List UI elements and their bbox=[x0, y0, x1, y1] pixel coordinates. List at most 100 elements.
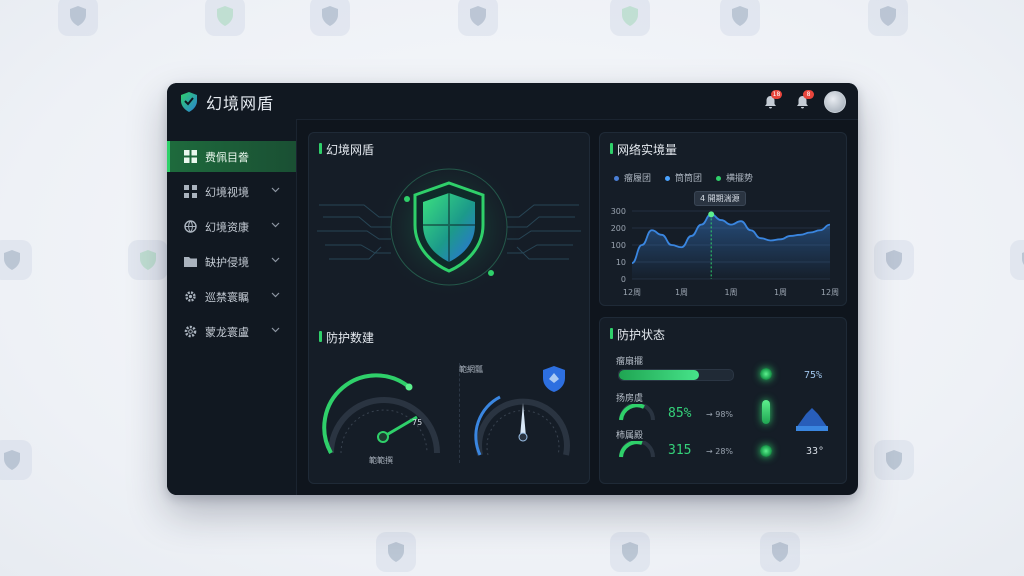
legend-item[interactable]: 筒筒团 bbox=[665, 171, 702, 184]
shield-hero-graphic bbox=[317, 155, 581, 299]
x-tick-label: 12周 bbox=[821, 288, 839, 297]
grid-icon bbox=[184, 150, 197, 163]
legend-item[interactable]: 横擺势 bbox=[716, 171, 753, 184]
alert-button[interactable]: 8 bbox=[792, 90, 814, 112]
gauge-left-tick: 75 bbox=[412, 418, 423, 427]
legend-dot bbox=[665, 176, 671, 181]
shield-bg-icon bbox=[128, 240, 168, 280]
status-led-bar bbox=[762, 400, 770, 424]
status-right3-value: 33° bbox=[806, 446, 825, 457]
protect-data-title: 防护数建 bbox=[319, 329, 374, 346]
sidebar-item-label: 缺护侵境 bbox=[205, 256, 249, 269]
sidebar-item-protection[interactable]: 缺护侵境 bbox=[167, 246, 296, 277]
globe-icon bbox=[184, 220, 197, 233]
status-led bbox=[760, 368, 772, 380]
chevron-down-icon bbox=[271, 222, 280, 228]
legend-dot bbox=[716, 176, 722, 181]
shield-bg-icon bbox=[310, 0, 350, 36]
chart-legend: 瘤履团 筒筒团 横擺势 bbox=[614, 171, 753, 184]
folder-icon bbox=[184, 257, 197, 267]
chevron-down-icon bbox=[271, 327, 280, 333]
sidebar-item-label: 蒙龙寰盧 bbox=[205, 326, 249, 339]
gear-icon bbox=[185, 291, 196, 302]
legend-dot bbox=[614, 176, 619, 181]
peak-point[interactable] bbox=[708, 211, 715, 218]
y-tick-label: 300 bbox=[611, 207, 626, 216]
app-window: 幻境网盾 18 8 费佩目誊 幻境视境 幻境资康 缺护侵境 巡禁寰瞩 蒙龙寰盧 … bbox=[167, 83, 858, 495]
sidebar-item-label: 费佩目誊 bbox=[205, 151, 249, 164]
app-title: 幻境网盾 bbox=[206, 94, 275, 113]
y-tick-label: 100 bbox=[611, 241, 626, 250]
shield-bg-icon bbox=[58, 0, 98, 36]
x-tick-label: 1周 bbox=[724, 288, 737, 297]
legend-item[interactable]: 瘤履团 bbox=[614, 171, 651, 184]
gauge-left-label: 範範撰 bbox=[369, 456, 393, 465]
shield-bg-icon bbox=[458, 0, 498, 36]
y-tick-label: 0 bbox=[621, 275, 626, 284]
arc-indicator bbox=[619, 404, 655, 421]
notification-button[interactable]: 18 bbox=[760, 90, 782, 112]
app-logo[interactable]: 幻境网盾 bbox=[179, 90, 274, 114]
shield-bg-icon bbox=[1010, 240, 1024, 280]
sidebar-item-label: 巡禁寰瞩 bbox=[205, 291, 249, 304]
sidebar-item-resources[interactable]: 幻境资康 bbox=[167, 211, 296, 242]
shield-bg-icon bbox=[610, 532, 650, 572]
chevron-down-icon bbox=[271, 187, 280, 193]
status-row3-sub: → 28% bbox=[706, 447, 734, 456]
x-tick-label: 1周 bbox=[774, 288, 787, 297]
shield-bg-icon bbox=[0, 240, 32, 280]
arc-indicator bbox=[619, 441, 655, 458]
status-row2-sub: → 98% bbox=[706, 410, 734, 419]
status-row3-value: 315 bbox=[668, 443, 692, 458]
sidebar-item-settings[interactable]: 蒙龙寰盧 bbox=[167, 316, 296, 347]
network-line-chart: 0 10 100 200 300 12周 1周 1周 1周 12周 bbox=[611, 207, 839, 297]
status-row3-label: 柿属殿 bbox=[616, 431, 644, 441]
status-row2-value: 85% bbox=[668, 406, 692, 421]
legend-label: 筒筒团 bbox=[675, 174, 703, 184]
apps-icon bbox=[184, 185, 197, 198]
chevron-down-icon bbox=[271, 257, 280, 263]
status-row1-label: 瘤扇擺 bbox=[616, 357, 644, 367]
network-panel-title: 网络实境量 bbox=[610, 141, 677, 158]
top-actions: 18 8 bbox=[760, 90, 846, 113]
shield-bg-icon bbox=[376, 532, 416, 572]
shield-bg-icon bbox=[720, 0, 760, 36]
shield-bg-icon bbox=[205, 0, 245, 36]
notification-badge: 18 bbox=[771, 90, 782, 99]
settings-icon bbox=[184, 325, 197, 338]
status-progress bbox=[618, 369, 734, 381]
status-led bbox=[760, 445, 772, 457]
status-panel: 防护状态 瘤扇擺 扬房虞 85% → 98% 柿属殿 315 → 28% 75%… bbox=[599, 317, 847, 484]
sidebar: 费佩目誊 幻境视境 幻境资康 缺护侵境 巡禁寰瞩 蒙龙寰盧 bbox=[167, 119, 297, 495]
shield-logo-icon bbox=[181, 92, 197, 112]
sidebar-item-patrol[interactable]: 巡禁寰瞩 bbox=[167, 281, 296, 312]
user-avatar[interactable] bbox=[824, 91, 846, 113]
sidebar-item-label: 幻境视境 bbox=[205, 186, 249, 199]
legend-label: 瘤履团 bbox=[624, 174, 652, 184]
y-tick-label: 200 bbox=[611, 224, 626, 233]
network-panel: 网络实境量 瘤履团 筒筒团 横擺势 4 開期湍源 0 10 100 200 300 12周… bbox=[599, 132, 847, 306]
gauge-right-label: 範網瓢 bbox=[459, 365, 483, 374]
x-tick-label: 1周 bbox=[675, 288, 688, 297]
shield-bg-icon bbox=[868, 0, 908, 36]
shield-panel: 幻境网盾 防护数建 75 範範撰 範網瓢 bbox=[308, 132, 590, 484]
shield-bg-icon bbox=[874, 240, 914, 280]
status-row2-label: 扬房虞 bbox=[616, 394, 644, 404]
status-right1-value: 75% bbox=[804, 370, 823, 381]
shield-bg-icon bbox=[0, 440, 32, 480]
sidebar-item-view[interactable]: 幻境视境 bbox=[167, 176, 296, 207]
top-bar: 幻境网盾 18 8 bbox=[167, 83, 858, 120]
shield-bg-icon bbox=[874, 440, 914, 480]
y-tick-label: 10 bbox=[616, 258, 626, 267]
sidebar-item-dashboard[interactable]: 费佩目誊 bbox=[167, 141, 296, 172]
status-progress-fill bbox=[619, 370, 699, 380]
shield-badge-icon bbox=[543, 366, 565, 392]
chevron-down-icon bbox=[271, 292, 280, 298]
sidebar-item-label: 幻境资康 bbox=[205, 221, 249, 234]
shield-bg-icon bbox=[760, 532, 800, 572]
divider bbox=[459, 363, 461, 463]
alert-badge: 8 bbox=[803, 90, 814, 99]
status-panel-title: 防护状态 bbox=[610, 326, 665, 343]
shield-bg-icon bbox=[610, 0, 650, 36]
x-tick-label: 12周 bbox=[623, 288, 641, 297]
